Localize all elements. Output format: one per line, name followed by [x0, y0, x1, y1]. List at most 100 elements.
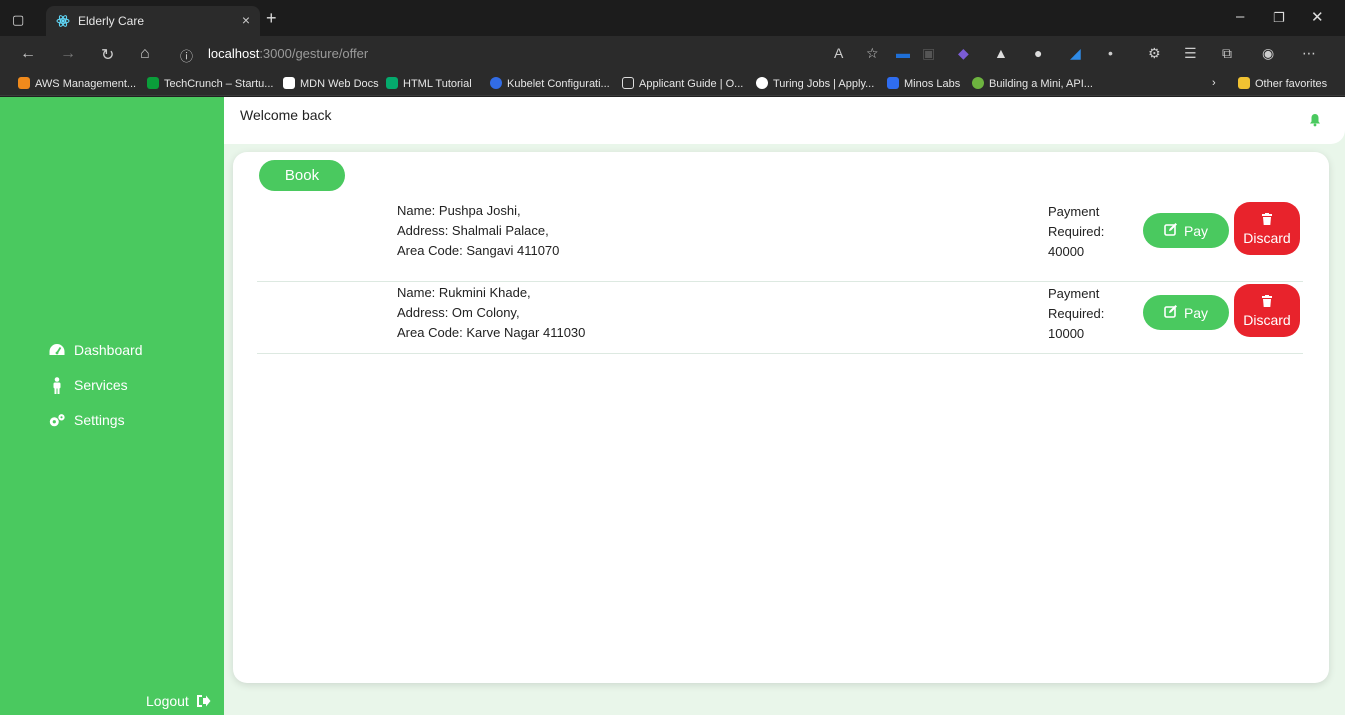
tab-actions-icon[interactable]: ▢: [12, 12, 24, 28]
techcrunch-icon: [147, 77, 159, 89]
pay-label: Pay: [1183, 304, 1209, 321]
discard-button[interactable]: Discard: [1234, 202, 1300, 255]
discard-button[interactable]: Discard: [1234, 284, 1300, 337]
logout-label: Logout: [146, 693, 189, 709]
offer-row: Name: Pushpa Joshi, Address: Shalmali Pa…: [257, 201, 1303, 282]
bookmark-label: Minos Labs: [904, 78, 961, 90]
sidebar-item-label: Services: [74, 377, 128, 393]
logout-icon: [195, 694, 211, 708]
gears-icon: [48, 411, 66, 429]
browser-tab-bar: ▢ Elderly Care × + – ❐ ✕: [0, 0, 1345, 36]
restore-icon[interactable]: ❐: [1273, 10, 1285, 26]
payment-info: Payment Required: 40000: [1048, 202, 1104, 262]
bookmark-label: TechCrunch – Startu...: [164, 78, 274, 90]
collections-icon[interactable]: ⧉: [1222, 45, 1232, 62]
trash-icon: [1262, 212, 1272, 228]
back-icon[interactable]: ←: [20, 45, 36, 63]
home-icon[interactable]: ⌂: [140, 45, 150, 63]
offer-info: Name: Pushpa Joshi, Address: Shalmali Pa…: [397, 201, 559, 261]
payment-amount: 40000: [1048, 244, 1085, 259]
extension-icon[interactable]: ▲: [994, 45, 1008, 61]
dashboard-icon: [48, 341, 66, 359]
bookmark-item[interactable]: Turing Jobs | Apply...: [756, 77, 874, 90]
pay-button[interactable]: Pay: [1143, 295, 1229, 330]
bookmarks-bar: AWS Management... TechCrunch – Startu...…: [0, 72, 1345, 96]
bookmark-item[interactable]: HTML Tutorial: [386, 77, 472, 90]
welcome-text: Welcome back: [240, 107, 332, 123]
close-window-icon[interactable]: ✕: [1311, 8, 1324, 26]
favorites-icon[interactable]: ☰: [1184, 45, 1197, 62]
bookmark-item[interactable]: TechCrunch – Startu...: [147, 77, 273, 90]
sidebar-item-services[interactable]: Services: [48, 376, 128, 394]
sidebar-item-settings[interactable]: Settings: [48, 411, 125, 429]
folder-icon: [1238, 77, 1250, 89]
offer-name: Name: Rukmini Khade,: [397, 285, 531, 300]
discard-label: Discard: [1243, 229, 1291, 246]
read-aloud-icon[interactable]: A: [834, 45, 843, 61]
app-root: Dashboard Services Settings Logout Welco…: [0, 97, 1345, 715]
extension-icon[interactable]: ◆: [958, 45, 969, 62]
bookmark-item[interactable]: Kubelet Configurati...: [490, 77, 610, 90]
extension-icon[interactable]: •: [1108, 45, 1113, 61]
payment-amount: 10000: [1048, 326, 1085, 341]
close-tab-icon[interactable]: ×: [242, 12, 250, 28]
other-favorites[interactable]: Other favorites: [1238, 77, 1327, 90]
react-icon: [56, 15, 70, 27]
w3schools-icon: [386, 77, 398, 89]
forward-icon[interactable]: →: [60, 45, 76, 63]
bookmark-item[interactable]: Applicant Guide | O...: [622, 77, 743, 90]
payment-required-label: Required:: [1048, 224, 1105, 239]
offer-address: Address: Shalmali Palace,: [397, 223, 549, 238]
more-icon[interactable]: ⋯: [1302, 45, 1316, 62]
offer-row: Name: Rukmini Khade, Address: Om Colony,…: [257, 283, 1303, 354]
bookmark-item[interactable]: Minos Labs: [887, 77, 960, 90]
sidebar-item-dashboard[interactable]: Dashboard: [48, 341, 143, 359]
url-host: localhost: [208, 46, 260, 61]
payment-info: Payment Required: 10000: [1048, 284, 1104, 344]
bookmark-label: MDN Web Docs: [300, 78, 379, 90]
other-favorites-label: Other favorites: [1255, 78, 1328, 90]
sidebar: Dashboard Services Settings Logout: [0, 97, 224, 715]
bookmark-item[interactable]: AWS Management...: [18, 77, 136, 90]
offer-address: Address: Om Colony,: [397, 305, 520, 320]
extensions-icon[interactable]: ⚙: [1148, 45, 1161, 62]
site-info-icon[interactable]: ⓘ: [180, 46, 193, 65]
bookmark-label: Applicant Guide | O...: [639, 78, 744, 90]
pay-button[interactable]: Pay: [1143, 213, 1229, 248]
url-path: :3000/gesture/offer: [259, 46, 369, 61]
extension-icon[interactable]: ▬: [896, 45, 910, 61]
turing-icon: [756, 77, 768, 89]
trash-icon: [1262, 294, 1272, 310]
bookmark-label: AWS Management...: [35, 78, 137, 90]
url-field[interactable]: localhost:3000/gesture/offer: [208, 46, 368, 61]
bell-icon[interactable]: [1309, 113, 1321, 132]
browser-tab[interactable]: Elderly Care ×: [46, 6, 260, 36]
extension-icon[interactable]: ▣: [922, 45, 935, 62]
add-favorite-icon[interactable]: ☆: [866, 45, 879, 62]
payment-label: Payment: [1048, 204, 1100, 219]
discard-label: Discard: [1243, 311, 1291, 328]
book-button[interactable]: Book: [259, 160, 345, 191]
edit-icon: [1164, 304, 1178, 321]
person-icon: [48, 376, 66, 394]
bookmark-item[interactable]: Building a Mini, API...: [972, 77, 1093, 90]
offers-card: Book Name: Pushpa Joshi, Address: Shalma…: [233, 152, 1329, 683]
new-tab-icon[interactable]: +: [266, 8, 277, 29]
bookmark-label: HTML Tutorial: [403, 78, 472, 90]
refresh-icon[interactable]: ↻: [101, 45, 114, 65]
mdn-icon: [283, 77, 295, 89]
extension-icon[interactable]: ◢: [1070, 45, 1081, 62]
logout-button[interactable]: Logout: [146, 693, 211, 709]
minimize-icon[interactable]: –: [1236, 8, 1244, 25]
minos-icon: [887, 77, 899, 89]
extension-icon[interactable]: ●: [1034, 45, 1042, 61]
pay-label: Pay: [1183, 222, 1209, 239]
address-bar: ← → ↻ ⌂ ⓘ localhost:3000/gesture/offer A…: [0, 36, 1345, 72]
offer-area-code: Area Code: Sangavi 411070: [397, 243, 560, 258]
bookmarks-overflow-icon[interactable]: ›: [1212, 77, 1216, 89]
aws-icon: [18, 77, 30, 89]
profile-icon[interactable]: ◉: [1262, 45, 1274, 62]
bookmark-label: Building a Mini, API...: [989, 78, 1093, 90]
bookmark-item[interactable]: MDN Web Docs: [283, 77, 379, 90]
payment-label: Payment: [1048, 286, 1100, 301]
